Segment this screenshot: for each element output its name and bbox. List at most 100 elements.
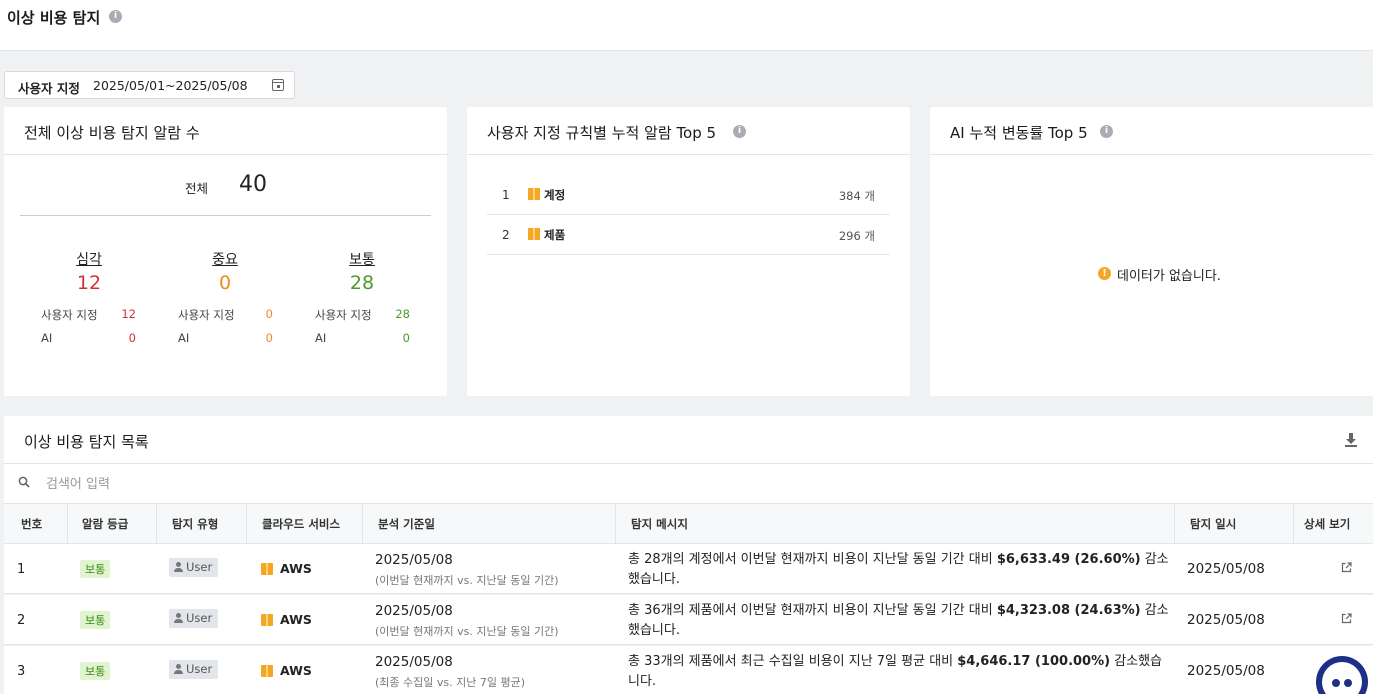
type-tag: User — [169, 609, 219, 628]
analysis-period: (이번달 현재까지 vs. 지난달 동일 기간) — [375, 625, 559, 638]
anomaly-list-card: 이상 비용 탐지 목록 — [4, 416, 1373, 464]
severity-important-count: 0 — [218, 272, 232, 294]
type-tag: User — [169, 558, 219, 577]
column-divider — [67, 504, 68, 544]
column-divider — [362, 504, 363, 544]
cloud-service: AWS — [280, 612, 312, 627]
severity-normal-count: 28 — [349, 272, 375, 294]
column-header: 클라우드 서비스 — [262, 517, 341, 531]
column-header: 알람 등급 — [82, 517, 129, 531]
row-number: 3 — [17, 664, 26, 679]
info-icon[interactable]: i — [733, 125, 746, 138]
total-value: 40 — [239, 172, 267, 197]
column-header: 분석 기준일 — [378, 517, 435, 531]
table-header: 번호 알람 등급 탐지 유형 클라우드 서비스 분석 기준일 탐지 메시지 탐지… — [4, 504, 1373, 544]
external-link-icon[interactable] — [1341, 613, 1352, 624]
top-bar: 이상 비용 탐지 i — [0, 0, 1373, 51]
rank-row[interactable]: 1 계정 384 개 — [487, 175, 890, 215]
chatbot-eye — [1332, 679, 1340, 687]
date-range-value: 2025/05/01~2025/05/08 — [93, 78, 248, 93]
calendar-icon[interactable] — [272, 79, 284, 91]
message-text: 총 36개의 제품에서 이번달 현재까지 비용이 지난달 동일 기간 대비 — [628, 603, 997, 618]
detection-message: 총 28개의 계정에서 이번달 현재까지 비용이 지난달 동일 기간 대비 $6… — [628, 550, 1173, 590]
rank-name: 계정 — [544, 188, 566, 202]
grade-badge: 보통 — [80, 560, 111, 578]
analysis-date: 2025/05/08 — [375, 654, 453, 670]
rank-number: 1 — [502, 188, 510, 202]
ai-top5-card: AI 누적 변동률 Top 5 i — [930, 107, 1373, 396]
grade-badge: 보통 — [80, 662, 111, 680]
page-title: 이상 비용 탐지 — [7, 9, 101, 27]
message-text: 총 33개의 제품에서 최근 수집일 비용이 지난 7일 평균 대비 — [628, 654, 958, 669]
empty-state-text: 데이터가 없습니다. — [1117, 269, 1221, 284]
message-amount: $4,646.17 (100.00%) — [957, 654, 1111, 669]
divider — [20, 215, 431, 216]
analysis-period: (이번달 현재까지 vs. 지난달 동일 기간) — [375, 574, 559, 587]
analysis-period: (최종 수집일 vs. 지난 7일 평균) — [375, 676, 526, 689]
type-label: User — [186, 611, 213, 625]
warning-icon: ! — [1098, 267, 1111, 280]
list-title: 이상 비용 탐지 목록 — [24, 433, 149, 451]
search-icon — [18, 476, 30, 488]
download-icon[interactable] — [1343, 432, 1359, 448]
table-row[interactable]: 1 보통 User AWS 2025/05/08 (이번달 현재까지 vs. 지… — [4, 544, 1373, 594]
severity-critical-link[interactable]: 심각 — [59, 249, 119, 269]
cloud-service: AWS — [280, 561, 312, 576]
message-text: 총 28개의 계정에서 이번달 현재까지 비용이 지난달 동일 기간 대비 — [628, 552, 997, 567]
aws-box-icon — [528, 228, 540, 240]
detection-date: 2025/05/08 — [1187, 612, 1265, 628]
normal-user-label: 사용자 지정 — [315, 308, 372, 322]
row-number: 2 — [17, 613, 26, 628]
column-header: 탐지 메시지 — [631, 517, 688, 531]
column-divider — [246, 504, 247, 544]
table-row[interactable]: 3 보통 User AWS 2025/05/08 (최종 수집일 vs. 지난 … — [4, 646, 1373, 694]
type-tag: User — [169, 660, 219, 679]
search-bar — [4, 464, 1373, 504]
chatbot-eye — [1344, 679, 1352, 687]
total-label: 전체 — [185, 181, 209, 196]
search-input[interactable] — [46, 474, 446, 494]
info-icon[interactable]: i — [1100, 125, 1113, 138]
aws-box-icon — [528, 188, 540, 200]
column-header: 상세 보기 — [1304, 517, 1351, 531]
date-range-picker[interactable]: 사용자 지정 2025/05/01~2025/05/08 — [4, 71, 295, 99]
detection-date: 2025/05/08 — [1187, 561, 1265, 577]
date-filter-label: 사용자 지정 — [18, 81, 80, 96]
column-divider — [1293, 504, 1294, 544]
critical-ai-count: 0 — [128, 331, 136, 345]
critical-user-count: 12 — [121, 307, 136, 321]
severity-normal-link[interactable]: 보통 — [332, 249, 392, 269]
card-title: AI 누적 변동률 Top 5 — [950, 124, 1088, 142]
rank-row[interactable]: 2 제품 296 개 — [487, 215, 890, 255]
grade-badge: 보통 — [80, 611, 111, 629]
message-amount: $6,633.49 (26.60%) — [996, 552, 1141, 567]
severity-critical-count: 12 — [76, 272, 102, 294]
table-row[interactable]: 2 보통 User AWS 2025/05/08 (이번달 현재까지 vs. 지… — [4, 595, 1373, 645]
important-user-label: 사용자 지정 — [178, 308, 235, 322]
rank-number: 2 — [502, 228, 510, 242]
critical-user-label: 사용자 지정 — [41, 308, 98, 322]
rank-count: 296 개 — [838, 229, 875, 243]
important-user-count: 0 — [265, 307, 273, 321]
column-header: 탐지 유형 — [172, 517, 219, 531]
user-icon — [174, 664, 183, 674]
cloud-service: AWS — [280, 663, 312, 678]
card-header: 사용자 지정 규칙별 누적 알람 Top 5 i — [467, 107, 910, 155]
row-number: 1 — [17, 562, 26, 577]
analysis-date: 2025/05/08 — [375, 603, 453, 619]
critical-ai-label: AI — [41, 331, 53, 345]
type-label: User — [186, 560, 213, 574]
chatbot-face-icon — [1322, 662, 1362, 694]
severity-important-link[interactable]: 중요 — [195, 249, 255, 269]
important-ai-label: AI — [178, 331, 190, 345]
column-divider — [615, 504, 616, 544]
important-ai-count: 0 — [265, 331, 273, 345]
user-icon — [174, 562, 183, 572]
column-divider — [156, 504, 157, 544]
rank-name: 제품 — [544, 228, 566, 242]
info-icon[interactable]: i — [109, 10, 122, 23]
detection-message: 총 33개의 제품에서 최근 수집일 비용이 지난 7일 평균 대비 $4,64… — [628, 652, 1173, 692]
aws-box-icon — [261, 614, 273, 626]
external-link-icon[interactable] — [1341, 562, 1352, 573]
normal-user-count: 28 — [395, 307, 410, 321]
